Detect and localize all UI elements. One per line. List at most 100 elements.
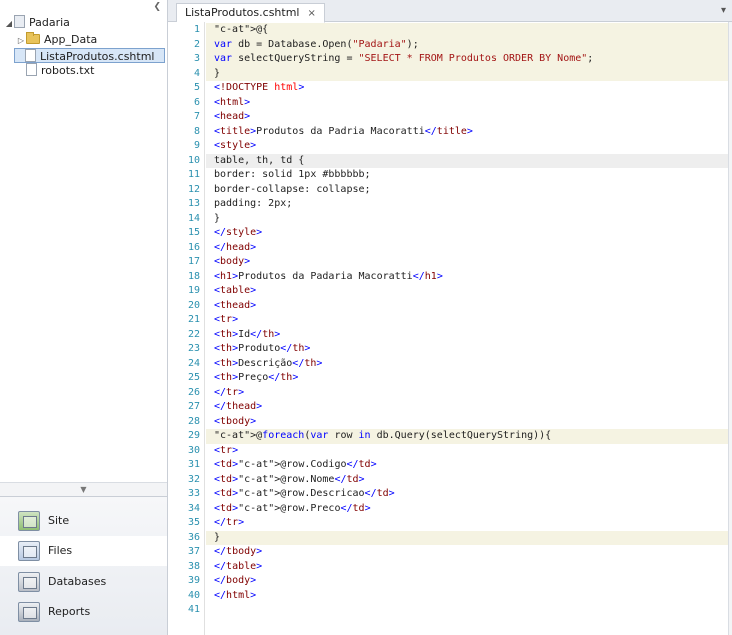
code-line-text: }: [214, 531, 221, 543]
code-line: </tr>: [206, 386, 728, 401]
workspace-files[interactable]: Files: [0, 536, 167, 566]
line-number: 28: [187, 415, 200, 427]
code-line-text: </tbody>: [214, 546, 263, 557]
code-line: border: solid 1px #bbbbbb;: [206, 168, 728, 183]
code-line-text: border-collapse: collapse;: [214, 183, 371, 195]
code-line: border-collapse: collapse;: [206, 183, 728, 198]
code-line-text: }: [214, 212, 221, 224]
code-line-text: border: solid 1px #bbbbbb;: [214, 169, 371, 180]
tree-item-label: App_Data: [44, 33, 98, 46]
tree-item-app-data[interactable]: ▷ App_Data: [16, 32, 97, 47]
collapse-pane-icon[interactable]: ❮: [153, 2, 161, 12]
line-number: 1: [193, 24, 200, 35]
line-number: 7: [193, 111, 200, 122]
workspace-label: Databases: [48, 575, 107, 588]
workspace-label: Reports: [48, 605, 91, 618]
code-line-text: <td>"c-at">@row.Preco</td>: [214, 502, 371, 514]
reports-icon: [18, 602, 40, 622]
code-line: <th>Produto</th>: [206, 342, 728, 357]
code-line: <title>Produtos da Padria Macoratti</tit…: [206, 125, 728, 140]
code-line-text: <th>Id</th>: [214, 328, 281, 340]
line-number: 18: [187, 270, 200, 282]
code-line: <body>: [206, 255, 728, 270]
code-line: </tr>: [206, 516, 728, 531]
tab-listaprodutos[interactable]: ListaProdutos.cshtml ×: [176, 3, 325, 23]
document-tab-bar: ListaProdutos.cshtml × ▾: [168, 0, 732, 23]
line-number: 27: [187, 401, 200, 412]
code-line-text: <tr>: [214, 314, 239, 325]
line-number: 14: [187, 212, 200, 224]
editor-area: ListaProdutos.cshtml × ▾ 1 2 3 4 5 6 7 8 9 10 11 12 1…: [168, 0, 732, 635]
line-number-gutter: 1 2 3 4 5 6 7 8 9 10 11 12 13 14 15 16 17 18 19 20 21 22 23 24 2…: [168, 22, 206, 635]
expand-arrow-icon[interactable]: ◢: [4, 16, 14, 31]
code-editor[interactable]: "c-at">@{var db = Database.Open("Padaria…: [206, 22, 728, 635]
line-number: 6: [193, 96, 200, 108]
tree-item-root[interactable]: ◢ Padaria: [4, 15, 70, 30]
code-line: <html>: [206, 96, 728, 111]
code-line: <tbody>: [206, 415, 728, 430]
code-line: "c-at">@foreach(var row in db.Query(sele…: [206, 429, 728, 444]
line-number: 4: [193, 67, 200, 79]
code-line: <td>"c-at">@row.Preco</td>: [206, 502, 728, 517]
line-number: 30: [187, 444, 200, 456]
line-number: 24: [187, 357, 200, 369]
vertical-scrollbar[interactable]: [728, 22, 732, 635]
line-number: 5: [193, 82, 200, 93]
tab-label: ListaProdutos.cshtml: [185, 6, 300, 19]
code-line-text: table, th, td {: [214, 154, 305, 166]
code-line-text: <th>Produto</th>: [214, 343, 311, 354]
line-number: 29: [187, 430, 200, 441]
code-line: "c-at">@{: [206, 23, 728, 38]
code-line-text: padding: 2px;: [214, 198, 293, 209]
code-line-text: </head>: [214, 241, 257, 253]
chevron-down-icon[interactable]: ▾: [721, 5, 726, 16]
code-line: <head>: [206, 110, 728, 125]
site-folder-icon: [14, 15, 25, 28]
code-line-text: <th>Descrição</th>: [214, 357, 323, 369]
databases-icon: [18, 572, 40, 592]
code-line: <td>"c-at">@row.Descricao</td>: [206, 487, 728, 502]
code-line-text: </tr>: [214, 517, 245, 528]
line-number: 34: [187, 502, 200, 514]
code-line: <tr>: [206, 444, 728, 459]
line-number: 15: [187, 227, 200, 238]
left-pane: ❮ ◢ Padaria ▷ App_Data ListaProdutos.cshtm…: [0, 0, 168, 635]
line-number: 26: [187, 386, 200, 398]
chevron-down-icon[interactable]: ▼: [80, 485, 86, 494]
code-line: <th>Descrição</th>: [206, 357, 728, 372]
code-line: <h1>Produtos da Padaria Macoratti</h1>: [206, 270, 728, 285]
file-tree: ❮ ◢ Padaria ▷ App_Data ListaProdutos.cshtm…: [0, 0, 167, 482]
code-line-text: </table>: [214, 560, 263, 572]
code-line: </html>: [206, 589, 728, 604]
code-line-text: "c-at">@foreach(var row in db.Query(sele…: [214, 430, 552, 441]
line-number: 37: [187, 546, 200, 557]
file-icon: [26, 63, 37, 76]
code-line: </style>: [206, 226, 728, 241]
code-line: }: [206, 66, 728, 81]
code-line: <style>: [206, 139, 728, 154]
gutter-divider: [204, 22, 205, 635]
line-number: 19: [187, 285, 200, 296]
close-icon[interactable]: ×: [307, 8, 315, 19]
code-line-text: </body>: [214, 575, 257, 586]
code-line-text: <!DOCTYPE html>: [214, 82, 305, 93]
workspace-reports[interactable]: Reports: [0, 597, 167, 627]
code-line-text: <tr>: [214, 444, 239, 456]
line-number: 22: [187, 328, 200, 340]
workspace-databases[interactable]: Databases: [0, 567, 167, 597]
code-line: </body>: [206, 574, 728, 589]
tree-item-listaprodutos[interactable]: ListaProdutos.cshtml: [14, 48, 165, 63]
code-line-text: </style>: [214, 227, 263, 238]
splitter-collapse[interactable]: ▼: [0, 482, 167, 496]
workspace-selector: Site Files Databases Reports: [0, 496, 167, 635]
code-line: <thead>: [206, 299, 728, 314]
tree-item-robots[interactable]: robots.txt: [26, 63, 94, 78]
line-number: 38: [187, 560, 200, 572]
workspace-site[interactable]: Site: [0, 506, 167, 536]
line-number: 21: [187, 314, 200, 325]
code-line-text: <tbody>: [214, 415, 257, 427]
code-line-text: var selectQueryString = "SELECT * FROM P…: [214, 53, 594, 64]
expand-arrow-icon[interactable]: ▷: [16, 33, 26, 48]
code-line: var db = Database.Open("Padaria");: [206, 37, 728, 52]
line-number: 3: [193, 53, 200, 64]
